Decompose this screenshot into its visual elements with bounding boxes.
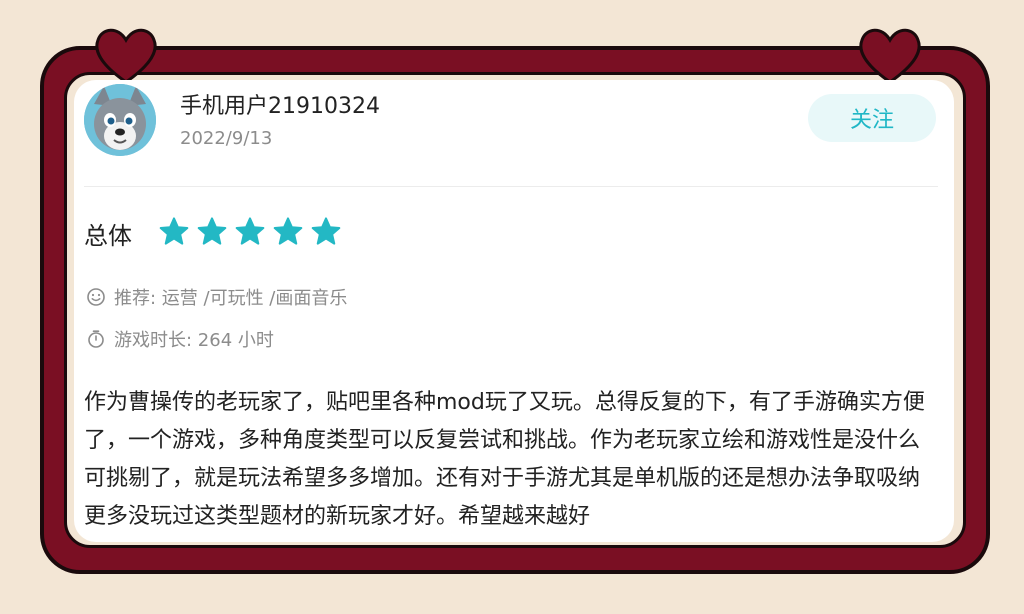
star-icon [273, 217, 303, 245]
star-icon [235, 217, 265, 245]
star-icon [197, 217, 227, 245]
avatar[interactable] [84, 84, 156, 156]
rating-stars [158, 216, 342, 248]
overall-rating-label: 总体 [84, 222, 132, 250]
recommend-text: 推荐: 运营 /可玩性 /画面音乐 [114, 288, 348, 309]
review-content: 作为曹操传的老玩家了，贴吧里各种mod玩了又玩。总得反复的下，有了手游确实方便了… [84, 390, 925, 529]
playtime-text: 游戏时长: 264 小时 [114, 330, 274, 351]
review-date: 2022/9/13 [180, 128, 273, 149]
heart-icon [95, 28, 157, 84]
playtime-row: 游戏时长: 264 小时 [86, 326, 274, 352]
follow-button[interactable]: 关注 [808, 94, 936, 142]
heart-icon [859, 28, 921, 84]
username[interactable]: 手机用户21910324 [180, 88, 380, 120]
stopwatch-icon [88, 330, 104, 348]
review-card: 手机用户21910324 2022/9/13 关注 总体 推荐: 运营 /可玩性… [74, 80, 954, 542]
divider [84, 186, 938, 187]
star-icon [159, 217, 189, 245]
star-icon [311, 217, 341, 245]
wolf-avatar-icon [84, 84, 156, 156]
recommend-row: 推荐: 运营 /可玩性 /画面音乐 [86, 284, 347, 310]
smile-icon [87, 288, 105, 306]
